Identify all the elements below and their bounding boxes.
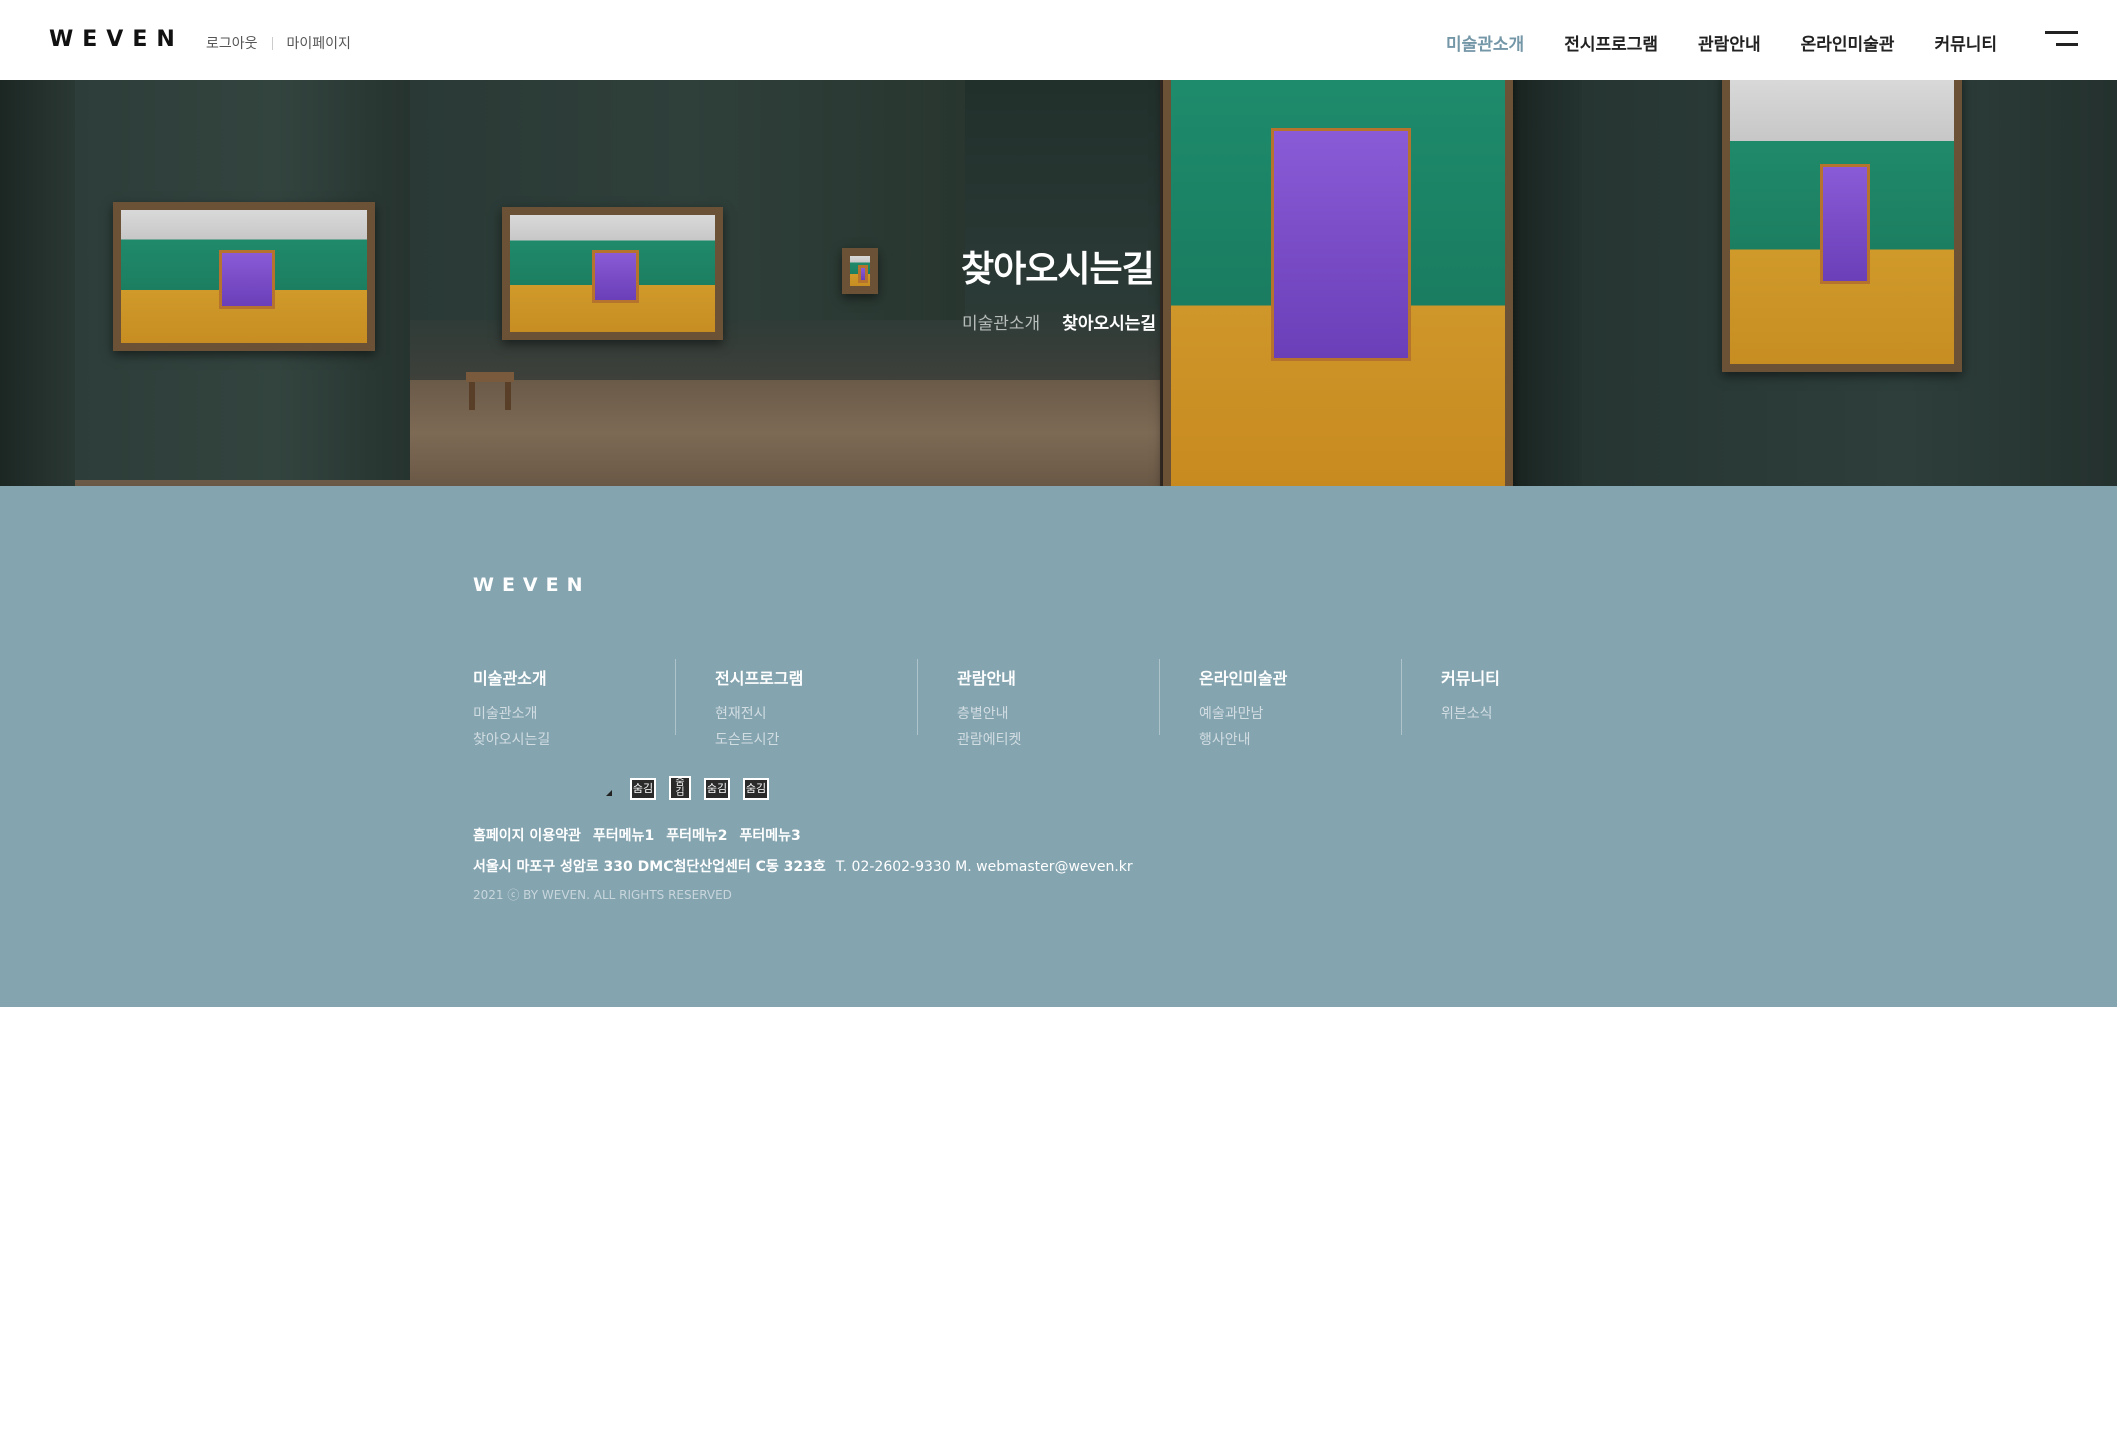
gallery-bench — [466, 372, 514, 410]
site-footer: WEVEN 미술관소개 미술관소개 찾아오시는길 전시프로그램 현재전시 도슨트… — [0, 486, 2117, 1007]
site-logo[interactable]: WEVEN — [49, 27, 184, 52]
footer-menu-link[interactable]: 현재전시 — [715, 701, 917, 727]
contact-text: T. 02-2602-9330 M. webmaster@weven.kr — [835, 859, 1133, 875]
gallery-wall-left — [0, 80, 75, 486]
footer-menu-column: 전시프로그램 현재전시 도슨트시간 — [675, 659, 917, 748]
footer-address: 서울시 마포구 성암로 330 DMC첨단산업센터 C동 323호 T. 02-… — [473, 856, 1133, 876]
footer-sitemap: 미술관소개 미술관소개 찾아오시는길 전시프로그램 현재전시 도슨트시간 관람안… — [473, 659, 1643, 748]
footer-menu-link[interactable]: 도슨트시간 — [715, 727, 917, 753]
util-divider — [271, 36, 273, 50]
footer-menu-title[interactable]: 전시프로그램 — [715, 665, 917, 689]
address-text: 서울시 마포구 성암로 330 DMC첨단산업센터 C동 323호 — [473, 859, 826, 875]
footer-menu-link[interactable]: 행사안내 — [1199, 727, 1401, 753]
footer-menu-link[interactable]: 예술과만남 — [1199, 701, 1401, 727]
utility-links: 로그아웃 마이페이지 — [206, 33, 351, 53]
footer-policy-links: 홈페이지 이용약관 푸터메뉴1 푸터메뉴2 푸터메뉴3 — [473, 825, 801, 845]
mypage-link[interactable]: 마이페이지 — [287, 33, 351, 53]
nav-item-community[interactable]: 커뮤니티 — [1934, 30, 1997, 55]
footer-menu-link[interactable]: 층별안내 — [957, 701, 1159, 727]
painting-frame — [113, 202, 375, 351]
painting-frame — [502, 207, 723, 340]
footer-menu-title[interactable]: 커뮤니티 — [1441, 665, 1643, 689]
nav-item-about[interactable]: 미술관소개 — [1446, 30, 1524, 55]
hidden-icon[interactable]: 숨김 — [630, 778, 656, 800]
footer-link-3[interactable]: 푸터메뉴3 — [739, 825, 800, 845]
footer-menu-title[interactable]: 관람안내 — [957, 665, 1159, 689]
gallery-column — [1510, 80, 1582, 486]
menu-icon[interactable] — [2045, 31, 2078, 49]
painting-frame — [1163, 80, 1513, 486]
nav-item-visit-guide[interactable]: 관람안내 — [1698, 30, 1761, 55]
breadcrumb-current[interactable]: 찾아오시는길 — [1062, 309, 1156, 334]
footer-link-2[interactable]: 푸터메뉴2 — [666, 825, 727, 845]
footer-menu-column: 관람안내 층별안내 관람에티켓 — [917, 659, 1159, 748]
footer-logo: WEVEN — [473, 574, 591, 596]
main-nav: 미술관소개 전시프로그램 관람안내 온라인미술관 커뮤니티 — [1406, 30, 1997, 55]
breadcrumb-item[interactable]: 미술관소개 — [962, 309, 1040, 334]
hidden-icon[interactable]: 숨김 — [669, 776, 691, 800]
footer-menu-title[interactable]: 미술관소개 — [473, 665, 675, 689]
painting-frame — [1722, 80, 1962, 372]
page-title: 찾아오시는길 — [961, 249, 1155, 290]
footer-menu-column: 커뮤니티 위븐소식 — [1401, 659, 1643, 735]
copyright: 2021 ⓒ BY WEVEN. ALL RIGHTS RESERVED — [473, 888, 732, 902]
nav-item-exhibition[interactable]: 전시프로그램 — [1564, 30, 1658, 55]
footer-menu-link[interactable]: 찾아오시는길 — [473, 727, 675, 753]
terms-link[interactable]: 홈페이지 이용약관 — [473, 825, 581, 845]
footer-menu-column: 온라인미술관 예술과만남 행사안내 — [1159, 659, 1401, 748]
hidden-icon[interactable]: 숨김 — [704, 778, 730, 800]
footer-menu-link[interactable]: 관람에티켓 — [957, 727, 1159, 753]
footer-menu-link[interactable]: 위븐소식 — [1441, 701, 1643, 727]
painting-frame — [842, 248, 878, 294]
hidden-icon[interactable]: 숨김 — [743, 778, 769, 800]
menu-icon-bar — [2056, 43, 2078, 46]
logout-link[interactable]: 로그아웃 — [206, 33, 258, 53]
footer-menu-column: 미술관소개 미술관소개 찾아오시는길 — [473, 659, 675, 748]
hero-banner: 찾아오시는길 미술관소개 찾아오시는길 — [0, 80, 2117, 486]
menu-icon-bar — [2045, 31, 2078, 34]
site-header: WEVEN 로그아웃 마이페이지 미술관소개 전시프로그램 관람안내 온라인미술… — [0, 0, 2117, 80]
footer-link-1[interactable]: 푸터메뉴1 — [593, 825, 654, 845]
broken-image-icon — [606, 790, 612, 796]
footer-sns-icons: 숨김 숨김 숨김 숨김 — [606, 776, 782, 800]
nav-item-online-museum[interactable]: 온라인미술관 — [1801, 30, 1895, 55]
footer-menu-title[interactable]: 온라인미술관 — [1199, 665, 1401, 689]
breadcrumb: 미술관소개 찾아오시는길 — [962, 309, 1156, 334]
footer-menu-link[interactable]: 미술관소개 — [473, 701, 675, 727]
